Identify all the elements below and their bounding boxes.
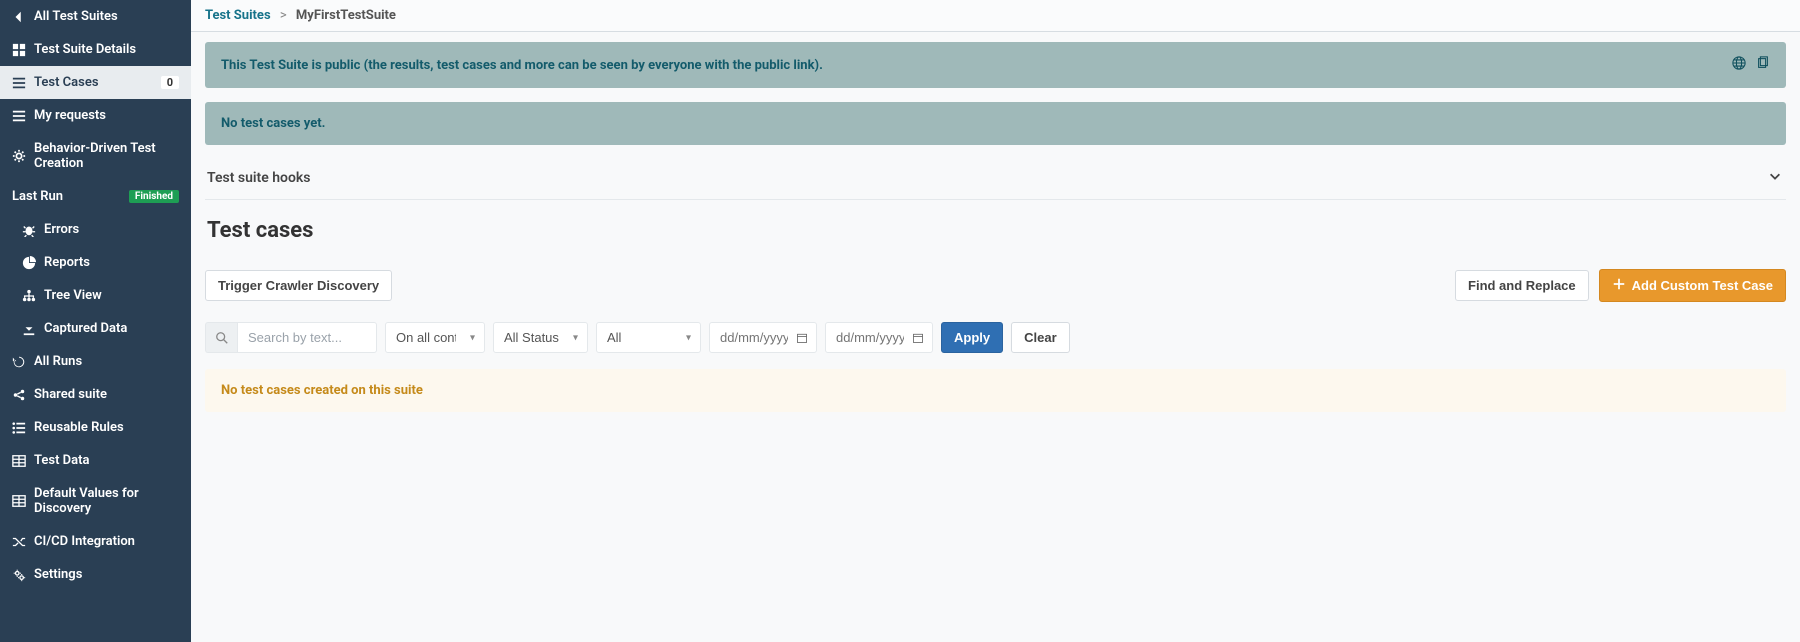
download-icon — [22, 322, 36, 336]
nav-cicd[interactable]: CI/CD Integration — [0, 525, 191, 558]
nav-label: Reports — [44, 255, 179, 270]
share-icon — [12, 388, 26, 402]
plus-icon — [1612, 277, 1626, 294]
breadcrumb: Test Suites > MyFirstTestSuite — [191, 0, 1800, 32]
public-notice-text: This Test Suite is public (the results, … — [221, 58, 823, 73]
breadcrumb-current: MyFirstTestSuite — [296, 8, 396, 23]
nav-last-run[interactable]: Last Run Finished — [0, 180, 191, 213]
nav-label: My requests — [34, 108, 179, 123]
empty-state-text: No test cases created on this suite — [221, 383, 423, 398]
status-select[interactable]: All Statuses — [493, 322, 588, 353]
nav-test-data[interactable]: Test Data — [0, 444, 191, 477]
nav-label: Default Values for Discovery — [34, 486, 179, 516]
hooks-label: Test suite hooks — [207, 170, 311, 186]
table-icon — [12, 494, 26, 508]
nav-label: Test Cases — [34, 75, 153, 90]
history-icon — [12, 355, 26, 369]
nav-reports[interactable]: Reports — [0, 246, 191, 279]
gear-icon — [12, 149, 26, 163]
nav-all-test-suites[interactable]: All Test Suites — [0, 0, 191, 33]
search-icon — [205, 322, 237, 353]
nav-label: All Runs — [34, 354, 179, 369]
last-run-status-badge: Finished — [129, 190, 179, 203]
nav-bdd[interactable]: Behavior-Driven Test Creation — [0, 132, 191, 180]
date-to-input[interactable] — [825, 322, 933, 353]
no-cases-banner: No test cases yet. — [205, 102, 1786, 145]
nav-test-cases[interactable]: Test Cases 0 — [0, 66, 191, 99]
empty-state: No test cases created on this suite — [205, 369, 1786, 412]
nav-default-values[interactable]: Default Values for Discovery — [0, 477, 191, 525]
date-from-input[interactable] — [709, 322, 817, 353]
nav-errors[interactable]: Errors — [0, 213, 191, 246]
nav-label: CI/CD Integration — [34, 534, 179, 549]
cogs-icon — [12, 568, 26, 582]
nav-test-suite-details[interactable]: Test Suite Details — [0, 33, 191, 66]
all-select[interactable]: All — [596, 322, 701, 353]
nav-shared-suite[interactable]: Shared suite — [0, 378, 191, 411]
find-replace-button[interactable]: Find and Replace — [1455, 270, 1589, 301]
sidebar: All Test Suites Test Suite Details Test … — [0, 0, 191, 642]
bars-icon — [12, 76, 26, 90]
pie-chart-icon — [22, 256, 36, 270]
chevron-down-icon — [1768, 169, 1782, 187]
add-custom-test-case-button[interactable]: Add Custom Test Case — [1599, 269, 1786, 302]
apply-button[interactable]: Apply — [941, 322, 1003, 353]
arrow-left-icon — [12, 10, 26, 24]
nav-label: Test Suite Details — [34, 42, 179, 57]
no-cases-text: No test cases yet. — [221, 116, 325, 131]
public-notice-banner: This Test Suite is public (the results, … — [205, 42, 1786, 88]
nav-captured-data[interactable]: Captured Data — [0, 312, 191, 345]
list-icon — [12, 421, 26, 435]
nav-label: Shared suite — [34, 387, 179, 402]
globe-icon[interactable] — [1732, 56, 1746, 74]
main-content: Test Suites > MyFirstTestSuite This Test… — [191, 0, 1800, 642]
nav-label: Tree View — [44, 288, 179, 303]
breadcrumb-root-link[interactable]: Test Suites — [205, 8, 271, 23]
nav-label: All Test Suites — [34, 9, 179, 24]
grid-icon — [12, 43, 26, 57]
nav-label: Reusable Rules — [34, 420, 179, 435]
nav-settings[interactable]: Settings — [0, 558, 191, 591]
bug-icon — [22, 223, 36, 237]
nav-label: Settings — [34, 567, 179, 582]
bars-icon — [12, 109, 26, 123]
toolbar: Trigger Crawler Discovery Find and Repla… — [205, 269, 1786, 302]
content-scope-select[interactable]: On all content — [385, 322, 485, 353]
nav-reusable-rules[interactable]: Reusable Rules — [0, 411, 191, 444]
filter-bar: On all content All Statuses All Apply Cl… — [205, 322, 1786, 353]
clear-button[interactable]: Clear — [1011, 322, 1070, 353]
nav-label: Behavior-Driven Test Creation — [34, 141, 179, 171]
nav-all-runs[interactable]: All Runs — [0, 345, 191, 378]
nav-my-requests[interactable]: My requests — [0, 99, 191, 132]
nav-tree-view[interactable]: Tree View — [0, 279, 191, 312]
add-custom-label: Add Custom Test Case — [1632, 278, 1773, 293]
nav-label: Last Run — [12, 189, 121, 204]
nav-label: Errors — [44, 222, 179, 237]
copy-icon[interactable] — [1756, 56, 1770, 74]
search-input[interactable] — [237, 322, 377, 353]
shuffle-icon — [12, 535, 26, 549]
test-suite-hooks-toggle[interactable]: Test suite hooks — [205, 159, 1786, 200]
trigger-crawler-button[interactable]: Trigger Crawler Discovery — [205, 270, 392, 301]
test-cases-count-badge: 0 — [161, 76, 179, 89]
nav-label: Test Data — [34, 453, 179, 468]
section-title: Test cases — [205, 218, 1786, 243]
breadcrumb-sep: > — [280, 8, 287, 23]
tree-icon — [22, 289, 36, 303]
nav-label: Captured Data — [44, 321, 179, 336]
table-icon — [12, 454, 26, 468]
